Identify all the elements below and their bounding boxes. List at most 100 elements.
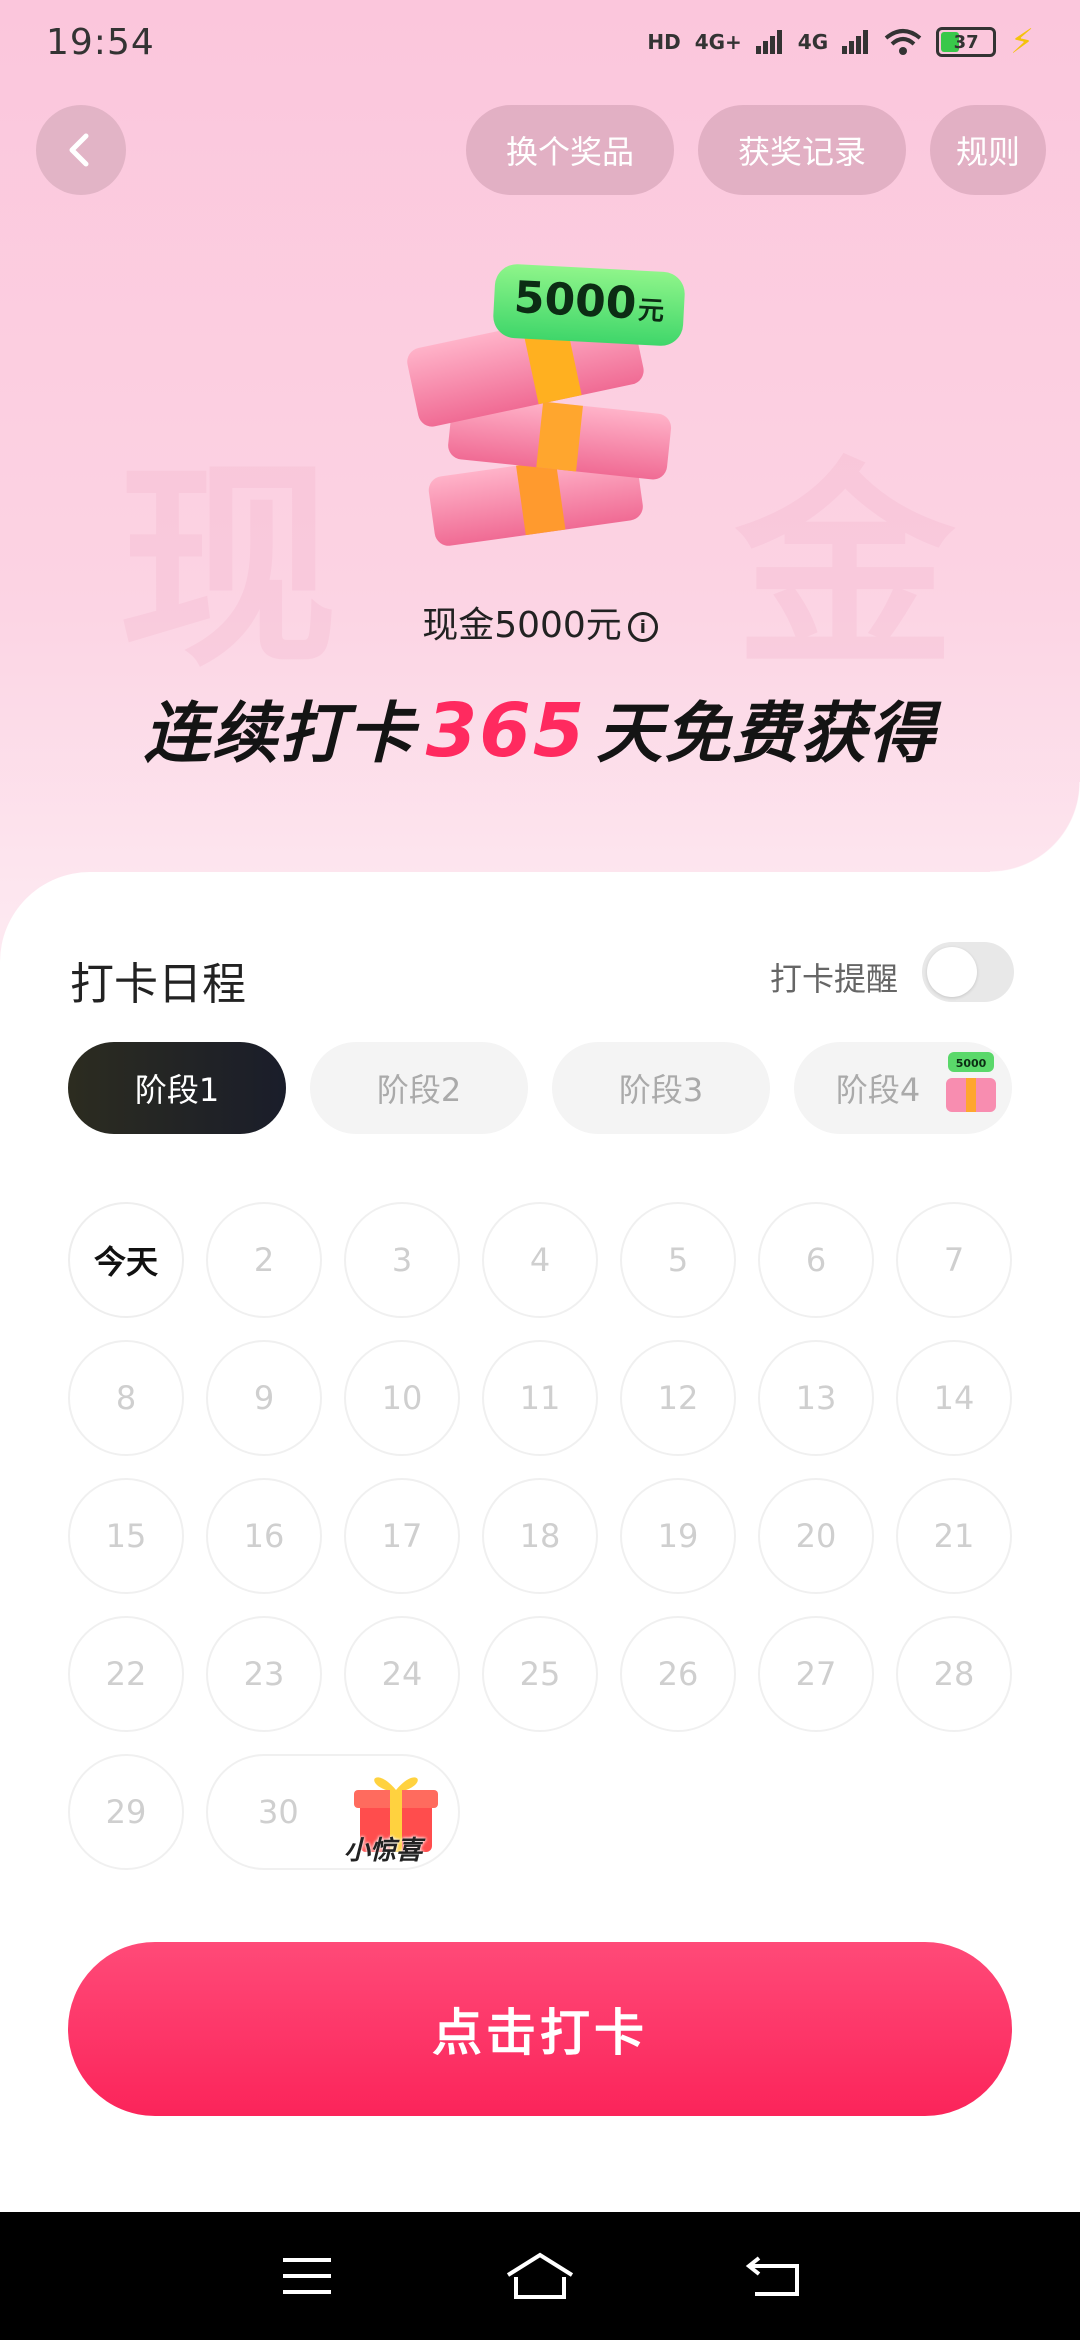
back-button[interactable] bbox=[36, 105, 126, 195]
signal-bars-icon bbox=[755, 30, 782, 54]
day-cell: 24 bbox=[344, 1616, 460, 1732]
section-title: 打卡日程 bbox=[70, 959, 246, 1010]
toggle-knob bbox=[927, 947, 977, 997]
prize-records-button[interactable]: 获奖记录 bbox=[698, 105, 906, 195]
checkin-card: 打卡日程 打卡提醒 阶段1 阶段2 阶段3 阶段4 5000 今天 2 3 4 5 6 7 8… bbox=[0, 782, 1080, 2212]
background-watermark-char: 现 bbox=[118, 440, 339, 696]
cash-gift-icon: 5000 bbox=[946, 1052, 996, 1112]
signal-4g-plus-icon: 4G+ bbox=[694, 30, 742, 54]
day-number: 7 bbox=[943, 1241, 965, 1279]
headline-suffix: 天免费获得 bbox=[596, 695, 937, 772]
stage-tab-2[interactable]: 阶段2 bbox=[310, 1042, 528, 1134]
day-number: 12 bbox=[657, 1379, 699, 1417]
day-number: 20 bbox=[795, 1517, 837, 1555]
day-number: 27 bbox=[795, 1655, 837, 1693]
day-number: 25 bbox=[519, 1655, 561, 1693]
day-number: 21 bbox=[933, 1517, 975, 1555]
day-number: 4 bbox=[529, 1241, 551, 1279]
rules-button[interactable]: 规则 bbox=[930, 105, 1046, 195]
day-number: 2 bbox=[253, 1241, 275, 1279]
day-number: 29 bbox=[105, 1793, 147, 1831]
charging-icon: ⚡ bbox=[1010, 22, 1034, 62]
headline-days: 365 bbox=[425, 688, 587, 774]
day-cell: 9 bbox=[206, 1340, 322, 1456]
day-cell: 16 bbox=[206, 1478, 322, 1594]
stage-tab-1[interactable]: 阶段1 bbox=[68, 1042, 286, 1134]
day-number: 26 bbox=[657, 1655, 699, 1693]
prize-amount-tag: 5000 元 bbox=[492, 263, 686, 347]
day-number: 5 bbox=[667, 1241, 689, 1279]
day-cell: 8 bbox=[68, 1340, 184, 1456]
day-number: 9 bbox=[253, 1379, 275, 1417]
day-cell: 26 bbox=[620, 1616, 736, 1732]
day-number: 22 bbox=[105, 1655, 147, 1693]
day-cell: 2 bbox=[206, 1202, 322, 1318]
day-cell: 28 bbox=[896, 1616, 1012, 1732]
surprise-label: 小惊喜 bbox=[344, 1836, 423, 1866]
day-cell: 11 bbox=[482, 1340, 598, 1456]
day-cell: 21 bbox=[896, 1478, 1012, 1594]
prize-caption-text: 现金5000元 bbox=[422, 605, 622, 646]
prize-caption: 现金5000元 i bbox=[0, 596, 1080, 648]
day-cell: 15 bbox=[68, 1478, 184, 1594]
day-cell: 25 bbox=[482, 1616, 598, 1732]
day-number: 6 bbox=[805, 1241, 827, 1279]
day-number: 今天 bbox=[93, 1243, 158, 1281]
day-number: 3 bbox=[391, 1241, 413, 1279]
day-cell: 27 bbox=[758, 1616, 874, 1732]
day-number: 18 bbox=[519, 1517, 561, 1555]
day-cell: 3 bbox=[344, 1202, 460, 1318]
day-number: 15 bbox=[105, 1517, 147, 1555]
day-cell: 13 bbox=[758, 1340, 874, 1456]
day-cell: 7 bbox=[896, 1202, 1012, 1318]
status-bar: 19:54 HD 4G+ 4G 37 ⚡ bbox=[0, 0, 1080, 84]
gift-tag-text: 5000 bbox=[956, 1057, 987, 1070]
day-number: 16 bbox=[243, 1517, 285, 1555]
screen: 19:54 HD 4G+ 4G 37 ⚡ 换个奖品 获奖记录 规则 现 金 50… bbox=[0, 0, 1080, 2340]
headline: 连续打卡 365 天免费获得 bbox=[0, 680, 1080, 776]
home-icon[interactable] bbox=[500, 2246, 580, 2306]
back-nav-icon[interactable] bbox=[733, 2246, 813, 2306]
menu-icon[interactable] bbox=[267, 2246, 347, 2306]
day-number: 11 bbox=[519, 1379, 561, 1417]
prize-tag-amount: 5000 bbox=[512, 272, 638, 330]
day-number: 8 bbox=[115, 1379, 137, 1417]
status-icons: HD 4G+ 4G 37 ⚡ bbox=[647, 22, 1034, 62]
day-cell: 17 bbox=[344, 1478, 460, 1594]
day-cell: 22 bbox=[68, 1616, 184, 1732]
day-number: 13 bbox=[795, 1379, 837, 1417]
status-time: 19:54 bbox=[46, 21, 155, 63]
day-number: 23 bbox=[243, 1655, 285, 1693]
day-cell: 4 bbox=[482, 1202, 598, 1318]
day-number: 10 bbox=[381, 1379, 423, 1417]
battery-level: 37 bbox=[953, 31, 979, 53]
day-cell-surprise: 30 小惊喜 bbox=[206, 1754, 460, 1870]
signal-4g-icon: 4G bbox=[797, 30, 829, 54]
day-number: 19 bbox=[657, 1517, 699, 1555]
info-icon[interactable]: i bbox=[627, 612, 658, 642]
reminder-toggle[interactable] bbox=[922, 942, 1014, 1002]
hd-icon: HD bbox=[647, 30, 681, 54]
day-cell: 23 bbox=[206, 1616, 322, 1732]
stage-tab-3[interactable]: 阶段3 bbox=[552, 1042, 770, 1134]
day-number: 28 bbox=[933, 1655, 975, 1693]
navigation-bar bbox=[0, 2212, 1080, 2340]
chevron-left-icon bbox=[69, 133, 89, 167]
prize-tag-unit: 元 bbox=[637, 295, 665, 327]
reminder-label: 打卡提醒 bbox=[770, 960, 899, 998]
stage-tab-4[interactable]: 阶段4 5000 bbox=[794, 1042, 1012, 1134]
signal-bars-icon bbox=[842, 30, 869, 54]
battery-icon: 37 bbox=[936, 27, 997, 57]
headline-prefix: 连续打卡 bbox=[143, 695, 416, 772]
change-prize-button[interactable]: 换个奖品 bbox=[466, 105, 674, 195]
day-number: 24 bbox=[381, 1655, 423, 1693]
day-cell: 6 bbox=[758, 1202, 874, 1318]
day-cell: 14 bbox=[896, 1340, 1012, 1456]
day-number: 14 bbox=[933, 1379, 975, 1417]
day-number: 30 bbox=[258, 1793, 299, 1831]
checkin-button[interactable]: 点击打卡 bbox=[68, 1942, 1012, 2116]
day-cell: 29 bbox=[68, 1754, 184, 1870]
day-cell: 19 bbox=[620, 1478, 736, 1594]
day-cell: 20 bbox=[758, 1478, 874, 1594]
day-cell: 5 bbox=[620, 1202, 736, 1318]
